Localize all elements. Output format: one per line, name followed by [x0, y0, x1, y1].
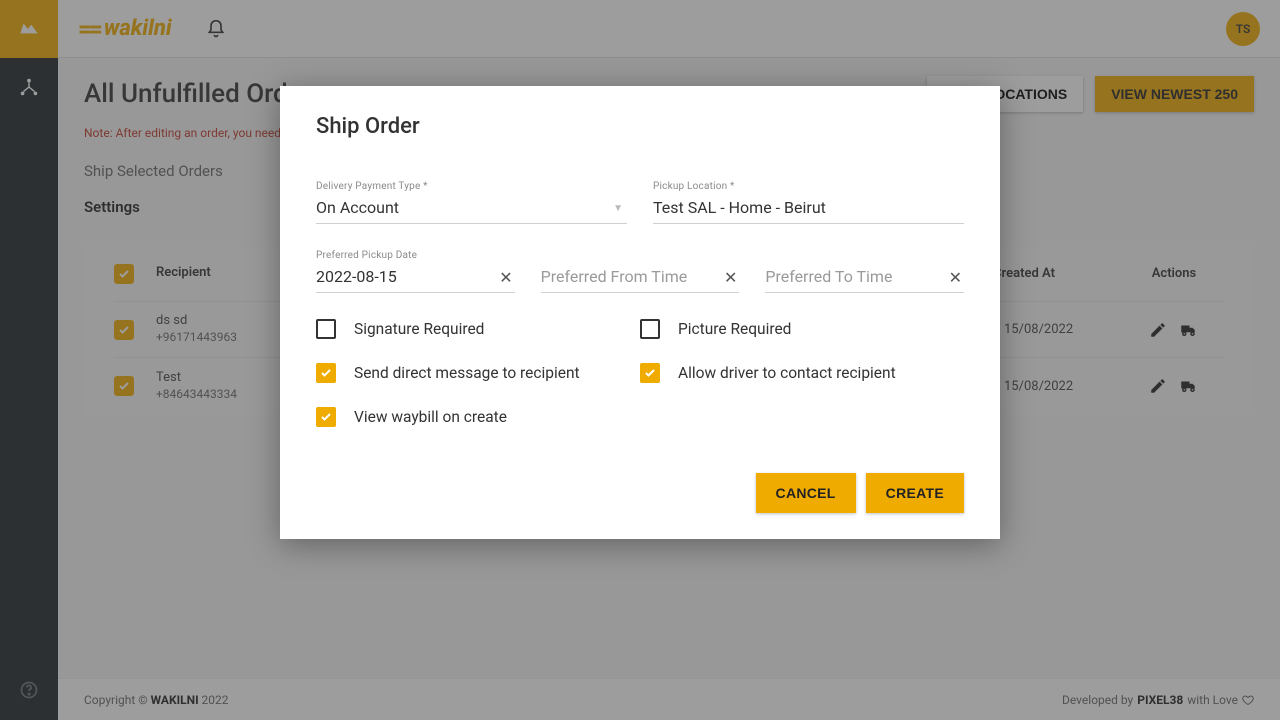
- delivery-payment-type-select[interactable]: Delivery Payment Type * On Account ▼: [316, 181, 627, 224]
- allow-contact-checkbox[interactable]: [640, 363, 660, 383]
- modal-title: Ship Order: [316, 114, 964, 139]
- clear-icon[interactable]: ✕: [724, 268, 737, 287]
- allow-contact-label: Allow driver to contact recipient: [678, 364, 896, 382]
- signature-required-label: Signature Required: [354, 320, 484, 338]
- ship-order-modal: Ship Order Delivery Payment Type * On Ac…: [280, 86, 1000, 539]
- picture-required-checkbox[interactable]: [640, 319, 660, 339]
- picture-required-label: Picture Required: [678, 320, 791, 338]
- cancel-button[interactable]: CANCEL: [756, 473, 856, 513]
- clear-icon[interactable]: ✕: [949, 268, 962, 287]
- create-button[interactable]: CREATE: [866, 473, 964, 513]
- preferred-from-time-input[interactable]: Preferred From Time ✕: [541, 250, 740, 293]
- direct-message-checkbox[interactable]: [316, 363, 336, 383]
- chevron-down-icon: ▼: [613, 203, 623, 214]
- view-waybill-label: View waybill on create: [354, 408, 507, 426]
- view-waybill-checkbox[interactable]: [316, 407, 336, 427]
- clear-icon[interactable]: ✕: [499, 268, 512, 287]
- preferred-to-time-input[interactable]: Preferred To Time ✕: [765, 250, 964, 293]
- pickup-location-input[interactable]: Pickup Location * Test SAL - Home - Beir…: [653, 181, 964, 224]
- preferred-pickup-date-input[interactable]: Preferred Pickup Date 2022-08-15 ✕: [316, 250, 515, 293]
- signature-required-checkbox[interactable]: [316, 319, 336, 339]
- direct-message-label: Send direct message to recipient: [354, 364, 580, 382]
